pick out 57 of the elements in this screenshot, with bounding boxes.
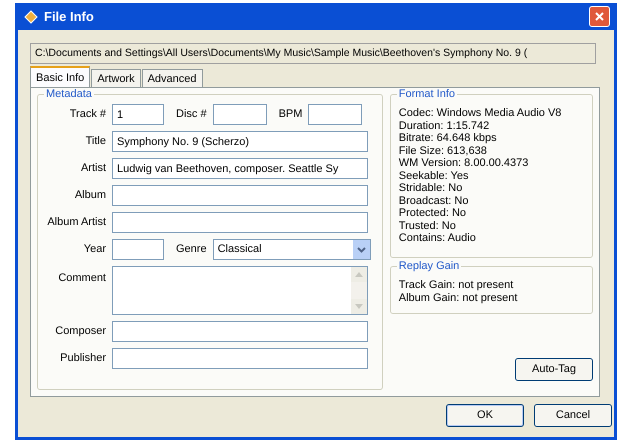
scroll-down-button[interactable] [351, 299, 367, 314]
field-label: Genre [176, 242, 207, 258]
group-title: Replay Gain [396, 260, 462, 272]
info-line: Stridable: No [398, 182, 464, 194]
info-line: Seekable: Yes [398, 170, 470, 182]
input-field[interactable] [112, 348, 368, 369]
info-line: Track Gain: not present [398, 279, 514, 292]
field-label: Disc # [176, 107, 207, 122]
input-field[interactable] [112, 321, 368, 342]
app-icon [24, 10, 38, 24]
field-label: Album Artist [46, 215, 106, 230]
info-line: WM Version: 8.00.00.4373 [398, 157, 530, 170]
group-title: Format Info [396, 88, 458, 100]
info-line: Bitrate: 64.648 kbps [398, 132, 498, 144]
info-line: Contains: Audio [398, 232, 477, 244]
close-icon [594, 11, 605, 22]
input-field[interactable]: 1 [112, 104, 164, 125]
cancel-button[interactable]: Cancel [534, 404, 612, 427]
field-label: Composer [54, 324, 106, 340]
up-arrow-icon [355, 272, 363, 277]
tab[interactable]: Artwork [91, 69, 141, 87]
info-line: Protected: No [398, 207, 468, 220]
close-button[interactable] [589, 6, 610, 27]
down-arrow-icon [355, 304, 363, 309]
field-label: Artist [80, 161, 106, 176]
field-label: Year [82, 242, 106, 258]
field-label: Publisher [59, 351, 106, 366]
tab[interactable]: Advanced [142, 69, 203, 87]
input-field[interactable]: Symphony No. 9 (Scherzo) [112, 131, 368, 152]
caret-icon [356, 246, 366, 252]
field-label: BPM [278, 107, 302, 122]
scroll-up-button[interactable] [351, 267, 367, 282]
tab[interactable]: Basic Info [30, 66, 90, 87]
info-line: Album Gain: not present [398, 292, 518, 304]
field-label: Comment [57, 271, 106, 286]
group-title: Metadata [44, 88, 94, 100]
input-field[interactable] [212, 104, 267, 125]
input-field[interactable] [308, 104, 362, 125]
field-label: Album [74, 188, 106, 204]
input-field[interactable] [112, 185, 368, 206]
auto-tag-button[interactable]: Auto-Tag [515, 358, 593, 381]
ok-button[interactable]: OK [446, 404, 524, 427]
window-title: File Info [44, 8, 94, 26]
genre-dropdown[interactable]: Classical [212, 239, 371, 260]
file-path-field[interactable]: C:\Documents and Settings\All Users\Documents\My Music\Sample Music\Beethoven's Symphony No. 9 ( [30, 43, 596, 64]
info-line: Trusted: No [398, 220, 457, 232]
info-line: File Size: 613,638 [398, 144, 488, 157]
input-field[interactable]: Ludwig van Beethoven, composer. Seattle Sy [112, 158, 368, 179]
comment-field[interactable] [112, 266, 368, 315]
info-line: Codec: Windows Media Audio V8 [398, 107, 562, 120]
field-label: Title [84, 134, 106, 150]
dropdown-button[interactable] [352, 240, 370, 259]
info-line: Broadcast: No [398, 194, 470, 207]
info-line: Duration: 1:15.742 [398, 120, 490, 132]
field-label: Track # [68, 107, 106, 122]
input-field[interactable] [112, 239, 164, 260]
input-field[interactable] [112, 212, 368, 233]
